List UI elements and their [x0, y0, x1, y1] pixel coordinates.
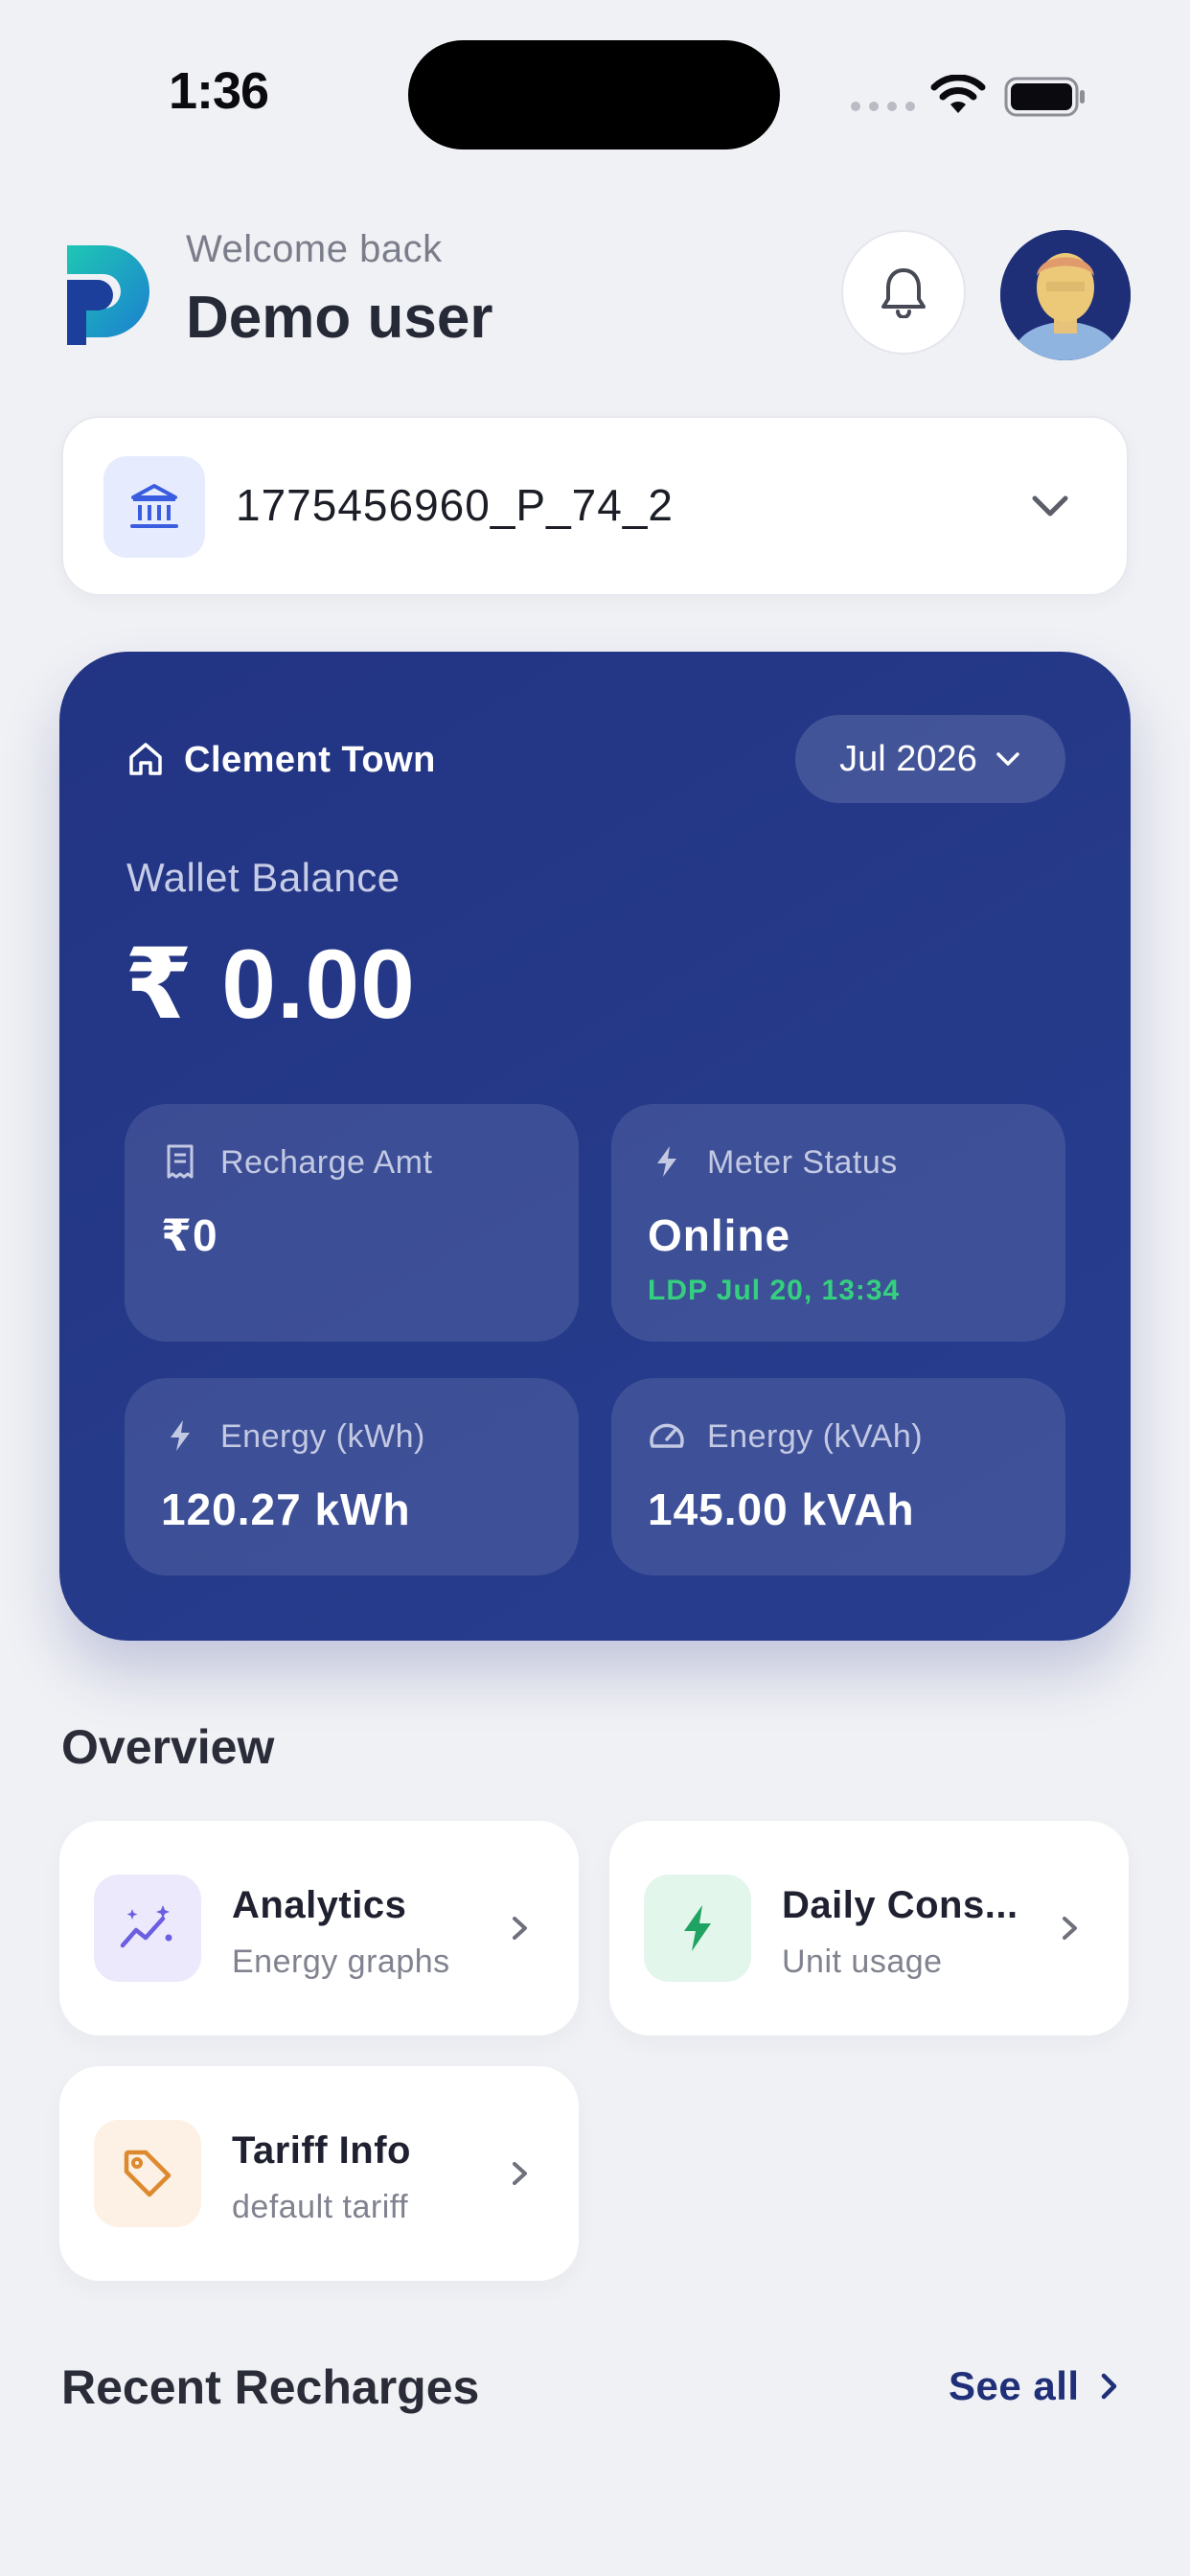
receipt-icon [167, 1144, 194, 1179]
notifications-button[interactable] [841, 230, 966, 355]
analytics-icon-container [94, 1874, 201, 1982]
chevron-right-icon [1101, 2373, 1116, 2400]
app-logo [67, 245, 149, 345]
tag-icon [124, 2150, 172, 2197]
meter-id: 1775456960_P_74_2 [236, 480, 675, 530]
cellular-signal-icon [851, 102, 915, 111]
bolt-icon [657, 1146, 676, 1177]
chevron-right-icon [1063, 1917, 1077, 1940]
recharge-amount-label: Recharge Amt [220, 1144, 433, 1181]
bank-icon [130, 484, 178, 528]
analytics-title: Analytics [232, 1884, 407, 1926]
chevron-down-icon [1032, 495, 1068, 517]
avatar-image [1000, 230, 1131, 360]
meter-status-tile: Meter Status Online LDP Jul 20, 13:34 [611, 1104, 1065, 1342]
energy-kvah-value: 145.00 kVAh [648, 1484, 915, 1534]
status-bar-time: 1:36 [168, 62, 269, 120]
wifi-icon [930, 75, 986, 113]
bell-icon [881, 268, 926, 318]
chevron-down-icon [996, 752, 1019, 766]
tariff-icon-container [94, 2120, 201, 2227]
meter-icon-container [103, 456, 205, 558]
bolt-icon [684, 1905, 711, 1951]
dynamic-island [408, 40, 780, 150]
daily-consumption-card[interactable]: Daily Cons... Unit usage [609, 1821, 1129, 2036]
meter-status-value: Online [648, 1210, 791, 1260]
tariff-info-title: Tariff Info [232, 2129, 411, 2172]
analytics-icon [120, 1905, 172, 1948]
bolt-icon [171, 1420, 190, 1451]
profile-avatar[interactable] [1000, 230, 1131, 360]
recharge-amount-value: ₹0 [161, 1210, 218, 1260]
home-icon [129, 743, 162, 775]
daily-consumption-title: Daily Cons... [782, 1884, 1018, 1926]
tariff-info-card[interactable]: Tariff Info default tariff [59, 2066, 579, 2281]
daily-consumption-subtitle: Unit usage [782, 1944, 943, 1980]
battery-icon [1004, 77, 1085, 117]
welcome-text: Welcome back [186, 228, 443, 270]
chevron-right-icon [513, 2162, 527, 2185]
see-all-label: See all [949, 2363, 1080, 2408]
overview-title: Overview [61, 1720, 275, 1774]
energy-kwh-tile: Energy (kWh) 120.27 kWh [125, 1378, 579, 1576]
meter-selector[interactable]: 1775456960_P_74_2 [61, 416, 1129, 596]
wallet-balance-amount: ₹ 0.00 [125, 930, 416, 1039]
analytics-subtitle: Energy graphs [232, 1944, 450, 1980]
chevron-right-icon [513, 1917, 527, 1940]
month-selector[interactable]: Jul 2026 [795, 715, 1065, 803]
gauge-icon [650, 1423, 684, 1448]
month-label: Jul 2026 [839, 738, 977, 779]
energy-kvah-label: Energy (kVAh) [707, 1418, 924, 1455]
wallet-card: Clement Town Jul 2026 Wallet Balance ₹ 0… [59, 652, 1131, 1641]
last-data-point: LDP Jul 20, 13:34 [648, 1275, 901, 1306]
wallet-balance-label: Wallet Balance [126, 855, 400, 900]
recent-recharges-title: Recent Recharges [61, 2360, 480, 2414]
tariff-info-subtitle: default tariff [232, 2189, 409, 2225]
daily-consumption-icon-container [644, 1874, 751, 1982]
energy-kwh-value: 120.27 kWh [161, 1484, 411, 1534]
meter-status-label: Meter Status [707, 1144, 898, 1181]
see-all-link[interactable]: See all [949, 2363, 1120, 2409]
recharge-amount-tile: Recharge Amt ₹0 [125, 1104, 579, 1342]
energy-kvah-tile: Energy (kVAh) 145.00 kVAh [611, 1378, 1065, 1576]
location-name: Clement Town [184, 740, 436, 780]
user-name: Demo user [186, 285, 493, 351]
analytics-card[interactable]: Analytics Energy graphs [59, 1821, 579, 2036]
energy-kwh-label: Energy (kWh) [220, 1418, 425, 1455]
